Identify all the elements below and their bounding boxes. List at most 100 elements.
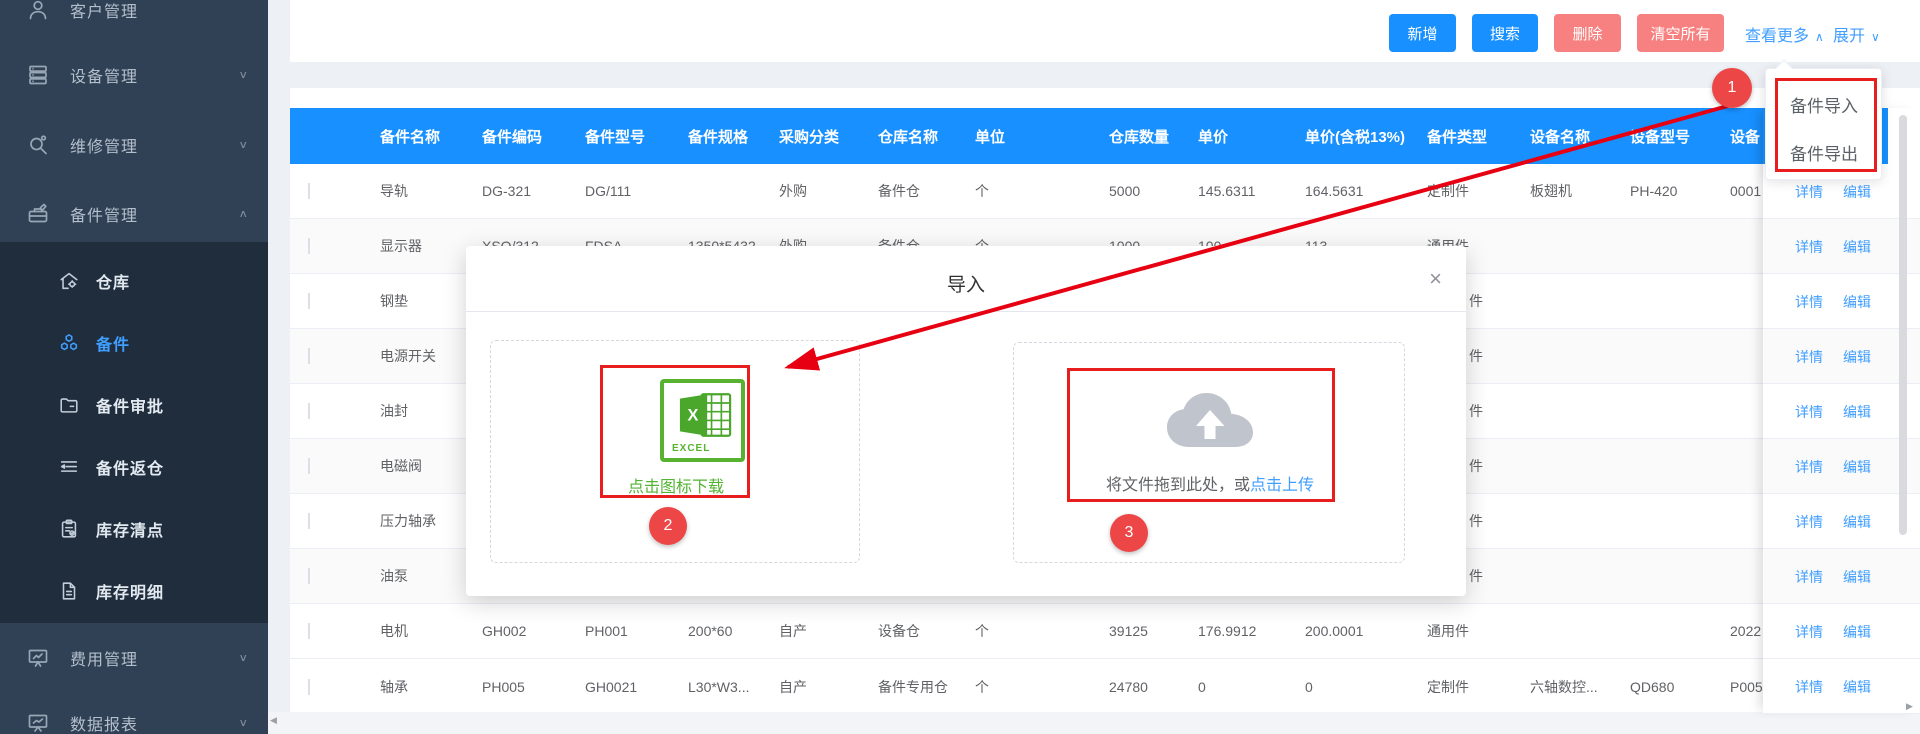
dropdown-item-parts-export[interactable]: 备件导出 (1790, 140, 1858, 165)
sidebar-item-device[interactable]: 设备管理∨ (0, 47, 268, 103)
sidebar-subitem-label: 备件返仓 (96, 455, 164, 479)
click-upload-link[interactable]: 点击上传 (1250, 477, 1314, 494)
sidebar-item-spares[interactable]: 备件管理∧ (0, 186, 268, 242)
row-checkbox[interactable] (308, 513, 310, 529)
detail-link[interactable]: 详情 (1795, 402, 1823, 422)
vertical-scrollbar[interactable] (1899, 115, 1907, 535)
detail-link[interactable]: 详情 (1795, 512, 1823, 532)
row-checkbox[interactable] (308, 348, 310, 364)
action-row: 详情编辑 (1763, 549, 1920, 604)
expand-link[interactable]: 展开∨ (1833, 22, 1880, 46)
row-checkbox[interactable] (308, 293, 310, 309)
table-cell: 39125 (1109, 623, 1198, 639)
sidebar-subitem-approval[interactable]: 备件审批 (0, 380, 268, 430)
action-row: 详情编辑 (1763, 439, 1920, 494)
column-header: 设备名称 (1530, 126, 1630, 147)
table-cell: PH-420 (1630, 183, 1730, 199)
table-cell: PH005 (482, 679, 585, 695)
horizontal-scrollbar[interactable] (268, 712, 1920, 734)
row-checkbox[interactable] (308, 623, 310, 639)
column-header: 仓库数量 (1109, 126, 1198, 147)
sidebar-subitem-label: 库存明细 (96, 579, 164, 603)
detail-link[interactable]: 详情 (1795, 347, 1823, 367)
dropdown-caret (1776, 60, 1793, 77)
view-more-link[interactable]: 查看更多∧ (1745, 22, 1824, 46)
sidebar-item-repair[interactable]: 维修管理∨ (0, 117, 268, 173)
row-checkbox[interactable] (308, 183, 310, 199)
detail-link[interactable]: 详情 (1795, 237, 1823, 257)
scroll-right-icon[interactable]: ▶ (1906, 701, 1913, 712)
edit-link[interactable]: 编辑 (1843, 457, 1871, 477)
sidebar-item-report[interactable]: 数据报表∨ (0, 695, 268, 734)
upload-dropzone[interactable]: 将文件拖到此处，或点击上传 (1013, 342, 1405, 563)
edit-link[interactable]: 编辑 (1843, 512, 1871, 532)
clear-all-button[interactable]: 清空所有 (1637, 14, 1724, 52)
sidebar-item-label: 备件管理 (70, 202, 138, 226)
column-header: 仓库名称 (878, 126, 975, 147)
edit-link[interactable]: 编辑 (1843, 677, 1871, 697)
row-checkbox[interactable] (308, 679, 310, 695)
detail-link[interactable]: 详情 (1795, 677, 1823, 697)
template-download-box[interactable]: X EXCEL 点击图标下载 (490, 340, 860, 563)
table-cell: PH001 (585, 623, 688, 639)
row-checkbox[interactable] (308, 568, 310, 584)
row-checkbox[interactable] (308, 238, 310, 254)
edit-link[interactable]: 编辑 (1843, 567, 1871, 587)
download-caption[interactable]: 点击图标下载 (491, 473, 861, 497)
row-checkbox[interactable] (308, 403, 310, 419)
delete-button[interactable]: 删除 (1554, 14, 1621, 52)
table-row: 电机GH002PH001200*60自产设备仓个39125176.9912200… (290, 604, 1920, 659)
detail-link[interactable]: 详情 (1795, 292, 1823, 312)
table-cell: 六轴数控... (1530, 677, 1630, 697)
column-header: 备件型号 (585, 126, 688, 147)
dropdown-item-parts-import[interactable]: 备件导入 (1790, 92, 1858, 117)
customer-icon (26, 0, 50, 22)
table-cell: QD680 (1630, 679, 1730, 695)
table-cell: GH0021 (585, 679, 688, 695)
edit-link[interactable]: 编辑 (1843, 182, 1871, 202)
scroll-left-icon[interactable]: ◀ (270, 715, 277, 726)
sidebar-subitem-warehouse[interactable]: 仓库 (0, 256, 268, 306)
chevron-down-icon: ∨ (238, 717, 248, 730)
detail-link[interactable]: 详情 (1795, 457, 1823, 477)
table-cell: 定制件 (1427, 181, 1530, 201)
device-icon (26, 63, 50, 87)
sidebar-item-expense[interactable]: 费用管理∨ (0, 630, 268, 686)
table-cell: 0 (1305, 679, 1427, 695)
excel-icon[interactable]: X EXCEL (660, 379, 745, 462)
close-icon[interactable]: × (1429, 268, 1442, 290)
search-button[interactable]: 搜索 (1472, 14, 1538, 52)
table-cell: 备件仓 (878, 181, 975, 201)
upload-cloud-icon[interactable] (1162, 385, 1258, 451)
sidebar-subitem-return[interactable]: 备件返仓 (0, 442, 268, 492)
sidebar-subitem-label: 仓库 (96, 269, 130, 293)
edit-link[interactable]: 编辑 (1843, 402, 1871, 422)
sidebar-item-label: 设备管理 (70, 63, 138, 87)
detail-link[interactable]: 详情 (1795, 622, 1823, 642)
edit-link[interactable]: 编辑 (1843, 237, 1871, 257)
excel-label: EXCEL (672, 443, 710, 454)
app-root: 客户管理设备管理∨维修管理∨备件管理∧仓库备件备件审批备件返仓库存清点库存明细费… (0, 0, 1920, 734)
action-row: 详情编辑 (1763, 219, 1920, 274)
table-cell: 24780 (1109, 679, 1198, 695)
row-checkbox[interactable] (308, 458, 310, 474)
table-cell: 176.9912 (1198, 623, 1305, 639)
report-icon (26, 711, 50, 734)
column-header: 备件名称 (380, 126, 482, 147)
detail-link[interactable]: 详情 (1795, 567, 1823, 587)
sidebar-item-customer[interactable]: 客户管理 (0, 0, 268, 38)
edit-link[interactable]: 编辑 (1843, 347, 1871, 367)
add-button[interactable]: 新增 (1389, 14, 1456, 52)
table-cell: 164.5631 (1305, 183, 1427, 199)
table-cell: 电机 (380, 621, 482, 641)
action-row: 详情编辑 (1763, 384, 1920, 439)
edit-link[interactable]: 编辑 (1843, 292, 1871, 312)
sidebar-subitem-label: 库存清点 (96, 517, 164, 541)
warehouse-icon (58, 270, 80, 292)
sidebar-subitem-stockdetail[interactable]: 库存明细 (0, 566, 268, 616)
edit-link[interactable]: 编辑 (1843, 622, 1871, 642)
detail-link[interactable]: 详情 (1795, 182, 1823, 202)
sidebar-subitem-parts[interactable]: 备件 (0, 318, 268, 368)
table-header-row: 备件名称备件编码备件型号备件规格采购分类仓库名称单位仓库数量单价单价(含税13%… (290, 108, 1920, 164)
sidebar-subitem-stocktake[interactable]: 库存清点 (0, 504, 268, 554)
